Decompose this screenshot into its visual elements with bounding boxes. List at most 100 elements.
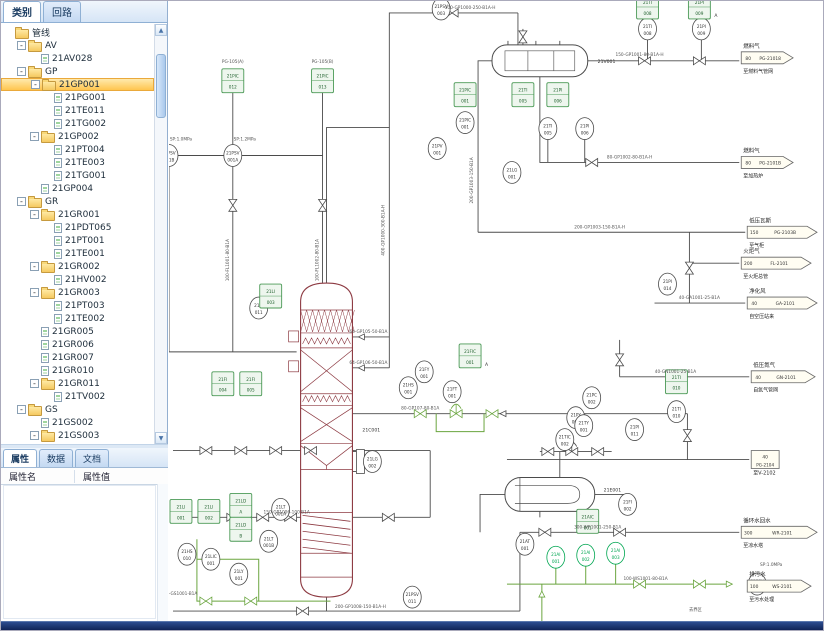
expander-icon[interactable]: - <box>30 379 39 388</box>
expander-icon[interactable]: - <box>30 132 39 141</box>
tree-item-21PG001[interactable]: 21PG001 <box>1 91 154 104</box>
properties-tab-0[interactable]: 属性 <box>3 449 37 467</box>
valve-icon[interactable] <box>486 410 498 418</box>
valve-icon[interactable] <box>592 448 604 456</box>
expander-icon[interactable]: - <box>30 431 39 440</box>
expander-icon[interactable]: - <box>17 67 26 76</box>
tree-item-21GP004[interactable]: 21GP004 <box>1 182 154 195</box>
tree-item-AV[interactable]: -AV <box>1 39 154 52</box>
valve-icon[interactable] <box>616 354 624 366</box>
scroll-thumb[interactable] <box>156 54 166 118</box>
valve-icon[interactable] <box>245 597 257 605</box>
valve-icon[interactable] <box>270 447 282 455</box>
pipe-label: 64-GP105-50-B1A <box>349 329 387 335</box>
tree-item-21TE001[interactable]: 21TE001 <box>1 247 154 260</box>
valve-icon[interactable] <box>539 528 551 536</box>
valve-icon[interactable] <box>235 447 247 455</box>
folder-icon <box>42 81 56 91</box>
valve-icon[interactable] <box>685 262 693 274</box>
tree-item-21GR011[interactable]: -21GR011 <box>1 377 154 390</box>
tree-item-label: 21GS002 <box>52 418 93 428</box>
document-icon <box>54 392 62 402</box>
tree-item-GS[interactable]: -GS <box>1 403 154 416</box>
tree-item-GR[interactable]: -GR <box>1 195 154 208</box>
valve-icon[interactable] <box>542 448 554 456</box>
tree-item-21GR006[interactable]: 21GR006 <box>1 338 154 351</box>
tree-item-21GR010[interactable]: 21GR010 <box>1 364 154 377</box>
properties-scrollbar[interactable] <box>157 484 168 621</box>
valve-icon[interactable] <box>200 447 212 455</box>
properties-tab-1[interactable]: 数据 <box>39 449 73 467</box>
instrument-number: 005 <box>544 131 552 136</box>
stream-flag-code: GN-2101 <box>776 375 796 381</box>
sidebar-tab-0[interactable]: 类别 <box>3 1 41 22</box>
valve-icon[interactable] <box>382 513 394 521</box>
tree-item-21TG001[interactable]: 21TG001 <box>1 169 154 182</box>
tree-item-21TE003[interactable]: 21TE003 <box>1 156 154 169</box>
stream-flag-name: 低压氮气 <box>753 361 775 369</box>
expander-icon[interactable]: - <box>31 80 40 89</box>
instrument-number: 001B <box>263 543 274 548</box>
scroll-down-icon[interactable]: ▼ <box>155 432 167 444</box>
tree-item-21PT003[interactable]: 21PT003 <box>1 299 154 312</box>
tree-item-管线[interactable]: 管线 <box>1 26 154 39</box>
valve-icon[interactable] <box>519 31 527 43</box>
tree-item-GP[interactable]: -GP <box>1 65 154 78</box>
valve-icon[interactable] <box>319 199 327 211</box>
sidebar-tab-1[interactable]: 回路 <box>43 1 81 22</box>
tree-item-21GR005[interactable]: 21GR005 <box>1 325 154 338</box>
valve-icon[interactable] <box>693 580 705 588</box>
tree-item-21TG002[interactable]: 21TG002 <box>1 117 154 130</box>
tree-item-21TE011[interactable]: 21TE011 <box>1 104 154 117</box>
tree-item-21GS003[interactable]: -21GS003 <box>1 429 154 442</box>
expander-icon[interactable]: - <box>17 41 26 50</box>
pipe-label: 200-GP1008-150-B1A-H <box>335 604 386 610</box>
tree-item-21GR001[interactable]: -21GR001 <box>1 208 154 221</box>
expander-icon[interactable]: - <box>17 197 26 206</box>
instrument-number: 003 <box>437 11 445 16</box>
drum-vessel[interactable] <box>492 45 588 77</box>
tree-item-21HV002[interactable]: 21HV002 <box>1 273 154 286</box>
pipe-label: 150-GS1001-B1A <box>169 591 197 597</box>
tree-item-21PT004[interactable]: 21PT004 <box>1 143 154 156</box>
properties-tab-2[interactable]: 文档 <box>75 449 109 467</box>
tree-item-21PDT065[interactable]: 21PDT065 <box>1 221 154 234</box>
tree-item-21GR002[interactable]: -21GR002 <box>1 260 154 273</box>
exchanger-vessel[interactable] <box>505 477 595 511</box>
valve-icon[interactable] <box>586 158 598 166</box>
tree-item-21GP002[interactable]: - 21GP002 <box>1 130 154 143</box>
valve-icon[interactable] <box>200 597 212 605</box>
tree-item-label: 21AV028 <box>52 54 92 64</box>
control-valve-icon[interactable] <box>450 404 462 417</box>
tree-item-21GR007[interactable]: 21GR007 <box>1 351 154 364</box>
pid-canvas[interactable]: 21C00121V00121E00121PSV00321TI00821PI009… <box>169 1 823 621</box>
tree-item-21GS002[interactable]: 21GS002 <box>1 416 154 429</box>
tree-item-21AV028[interactable]: 21AV028 <box>1 52 154 65</box>
tree-item-label: 21TE011 <box>65 106 105 116</box>
valve-icon[interactable] <box>297 607 309 615</box>
scroll-up-icon[interactable]: ▲ <box>155 24 167 36</box>
tree-item-21GR003[interactable]: -21GR003 <box>1 286 154 299</box>
tree-item-21TV002[interactable]: 21TV002 <box>1 390 154 403</box>
expander-icon[interactable]: - <box>17 405 26 414</box>
tree-item-21TE002[interactable]: 21TE002 <box>1 312 154 325</box>
valve-icon[interactable] <box>639 57 651 65</box>
document-icon <box>41 340 49 350</box>
tree-item-label: 管线 <box>32 26 50 39</box>
expander-icon[interactable]: - <box>30 288 39 297</box>
asset-tree[interactable]: 管线-AV21AV028-GP-21GP00121PG00121TE01121T… <box>1 24 167 444</box>
valve-icon[interactable] <box>229 199 237 211</box>
valve-icon[interactable] <box>683 430 691 442</box>
tree-item-label: 21GR005 <box>52 327 94 337</box>
tree-item-21PT001[interactable]: 21PT001 <box>1 234 154 247</box>
pipe-label: 40-GN1001-25-B1A <box>655 369 696 375</box>
expander-icon[interactable]: - <box>30 210 39 219</box>
instrument-number: 002 <box>368 463 376 468</box>
tree-item-label: 21GP002 <box>58 132 99 142</box>
valve-icon[interactable] <box>693 57 705 65</box>
tree-scrollbar[interactable]: ▲ ▼ <box>154 24 167 444</box>
instrument-tag: 21LT <box>276 504 286 509</box>
expander-icon[interactable]: - <box>30 262 39 271</box>
property-table-body[interactable] <box>3 485 156 619</box>
tree-item-21GP001[interactable]: -21GP001 <box>1 78 154 91</box>
